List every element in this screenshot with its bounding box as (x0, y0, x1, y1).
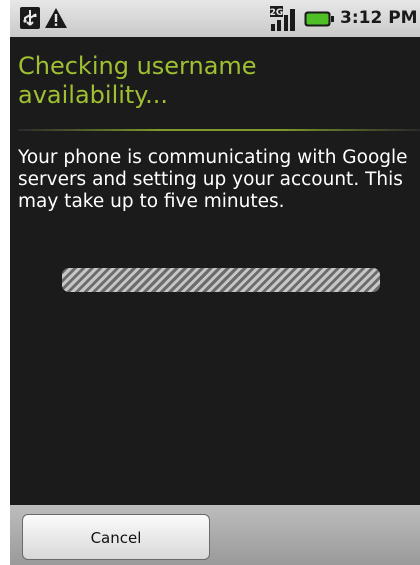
cancel-button[interactable]: Cancel (22, 514, 210, 560)
dialog-message: Your phone is communicating with Google … (18, 147, 408, 212)
dialog-title: Checking username availability... (18, 52, 257, 109)
svg-text:2G: 2G (270, 8, 283, 18)
left-edge (0, 0, 10, 565)
phone-screen: 2G 3:12 PM Checking username availabilit… (10, 0, 420, 565)
usb-icon (20, 7, 40, 33)
button-bar: Cancel (10, 505, 420, 565)
warning-icon (44, 7, 68, 33)
signal-icon: 2G (270, 6, 298, 36)
battery-icon (304, 11, 334, 31)
progress-bar (62, 268, 380, 292)
status-clock: 3:12 PM (340, 8, 418, 28)
title-divider (18, 129, 420, 131)
status-bar: 2G 3:12 PM (10, 0, 420, 37)
progress-fill (62, 268, 380, 292)
